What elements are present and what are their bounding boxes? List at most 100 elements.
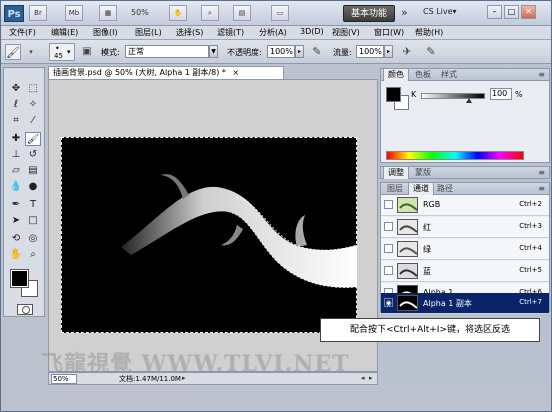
channel-row-green[interactable]: 绿 Ctrl+4 — [381, 239, 549, 260]
airbrush-icon: ✈ — [402, 45, 412, 58]
blur-tool[interactable]: 💧 — [8, 180, 24, 194]
channel-row-blue[interactable]: 蓝 Ctrl+5 — [381, 261, 549, 282]
zoom-tool-button[interactable]: ⌕ — [201, 5, 219, 21]
visibility-toggle[interactable] — [384, 200, 393, 209]
hand-tool-button[interactable]: ✋ — [169, 5, 187, 21]
quick-select-tool[interactable]: ✧ — [25, 98, 41, 112]
panel-menu-icon[interactable]: ≡ — [538, 70, 545, 79]
type-tool[interactable]: T — [25, 198, 41, 212]
history-brush-tool[interactable]: ↺ — [25, 148, 41, 162]
tab-color[interactable]: 颜色 — [383, 69, 409, 81]
crop-tool[interactable]: ⌗ — [8, 114, 24, 128]
tab-channels[interactable]: 通道 — [408, 183, 434, 195]
brush-picker[interactable]: • 45 ▾ — [49, 43, 75, 61]
scroll-right-icon[interactable]: ▸ — [369, 374, 373, 382]
flow-input[interactable]: 100% — [356, 45, 384, 58]
k-value-input[interactable]: 100 — [490, 88, 512, 100]
k-slider[interactable] — [421, 93, 485, 99]
color-ramp[interactable] — [386, 151, 524, 160]
tab-paths[interactable]: 路径 — [433, 183, 457, 195]
bridge-button[interactable]: Br — [29, 5, 47, 21]
workspace-button[interactable]: 基本功能 — [343, 5, 395, 22]
clone-stamp-tool[interactable]: ⊥ — [8, 148, 24, 162]
menu-window[interactable]: 窗口(W) — [374, 27, 404, 38]
brush-tool[interactable]: 🖌 — [25, 132, 41, 146]
tablet-size-button[interactable]: ✎ — [423, 44, 439, 60]
shape-tool[interactable]: □ — [25, 214, 41, 228]
tab-adjustments[interactable]: 调整 — [383, 167, 409, 179]
restore-button[interactable]: □ — [504, 5, 519, 19]
chevron-down-icon: ▼ — [211, 48, 216, 55]
view-extras-button[interactable]: ▦ — [99, 5, 117, 21]
mode-select[interactable]: 正常 — [125, 45, 209, 58]
menu-help[interactable]: 帮助(H) — [415, 27, 443, 38]
foreground-color-swatch[interactable] — [10, 269, 29, 288]
eyedropper-icon: ⁄ — [32, 115, 34, 126]
dodge-tool[interactable]: ● — [25, 180, 41, 194]
close-button[interactable]: ✕ — [521, 5, 536, 19]
lasso-icon: ℓ — [13, 99, 19, 110]
minimize-button[interactable]: – — [487, 5, 502, 19]
opacity-slider-arrow[interactable]: ▸ — [295, 45, 304, 58]
zoom-level[interactable]: 50% — [131, 8, 149, 17]
healing-brush-tool[interactable]: ✚ — [8, 132, 24, 146]
mode-dropdown-arrow[interactable]: ▼ — [209, 45, 218, 58]
menu-view[interactable]: 视图(V) — [332, 27, 360, 38]
document-tab[interactable]: 插画背景.psd @ 50% (大树, Alpha 1 副本/8) * × — [48, 66, 284, 79]
panel-menu-icon[interactable]: ≡ — [538, 184, 545, 193]
dodge-icon: ● — [28, 181, 38, 192]
quick-mask-button[interactable] — [17, 304, 33, 315]
menu-layer[interactable]: 图层(L) — [135, 27, 162, 38]
gradient-tool[interactable]: ▤ — [25, 164, 41, 178]
menu-edit[interactable]: 编辑(E) — [51, 27, 78, 38]
tab-swatches[interactable]: 色板 — [411, 69, 435, 81]
tablet-opacity-button[interactable]: ✎ — [309, 44, 325, 60]
visibility-toggle[interactable] — [384, 244, 393, 253]
branch-thumbnail-icon — [398, 242, 417, 256]
preset-dropdown-arrow[interactable]: ▾ — [23, 44, 39, 60]
panel-menu-icon[interactable]: ≡ — [538, 168, 545, 177]
opacity-input[interactable]: 100% — [267, 45, 295, 58]
k-slider-thumb[interactable] — [466, 98, 472, 103]
hand-tool[interactable]: ✋ — [8, 248, 24, 262]
menu-file[interactable]: 文件(F) — [9, 27, 36, 38]
marquee-tool[interactable]: ⬚ — [25, 82, 41, 96]
channel-row-red[interactable]: 红 Ctrl+3 — [381, 217, 549, 238]
color-panel: 颜色 色板 样式 ≡ K 100 % — [380, 68, 550, 163]
3d-orbit-tool[interactable]: ◎ — [25, 232, 41, 246]
image-canvas[interactable] — [61, 137, 357, 333]
pen-tool[interactable]: ✒ — [8, 198, 24, 212]
brush-panel-toggle[interactable]: ▣ — [79, 44, 95, 60]
zoom-tool[interactable]: ⌕ — [25, 248, 41, 262]
mini-bridge-button[interactable]: Mb — [65, 5, 83, 21]
channel-row-alpha-1-copy[interactable]: ◉ Alpha 1 副本 Ctrl+7 — [381, 293, 549, 314]
eyedropper-tool[interactable]: ⁄ — [25, 114, 41, 128]
flow-slider-arrow[interactable]: ▸ — [384, 45, 393, 58]
tab-masks[interactable]: 蒙版 — [411, 167, 435, 179]
tool-preset-picker[interactable]: 🖌 — [5, 44, 21, 60]
screen-mode-button[interactable]: ▭ — [271, 5, 289, 21]
visibility-toggle[interactable] — [384, 266, 393, 275]
eraser-tool[interactable]: ▱ — [8, 164, 24, 178]
tab-layers[interactable]: 图层 — [383, 183, 407, 195]
menu-analysis[interactable]: 分析(A) — [259, 27, 287, 38]
airbrush-button[interactable]: ✈ — [399, 44, 415, 60]
menu-image[interactable]: 图像(I) — [93, 27, 118, 38]
tab-styles[interactable]: 样式 — [437, 69, 461, 81]
expand-workspaces-button[interactable]: » — [401, 6, 408, 19]
menu-3d[interactable]: 3D(D) — [300, 27, 324, 36]
scroll-left-icon[interactable]: ◂ — [361, 374, 365, 382]
close-document-icon[interactable]: × — [232, 68, 239, 77]
visibility-toggle[interactable] — [384, 222, 393, 231]
arrange-documents-button[interactable]: ▤ — [233, 5, 251, 21]
channel-row-rgb[interactable]: RGB Ctrl+2 — [381, 195, 549, 216]
menu-select[interactable]: 选择(S) — [176, 27, 203, 38]
lasso-tool[interactable]: ℓ — [8, 98, 24, 112]
menu-filter[interactable]: 滤镜(T) — [217, 27, 244, 38]
path-selection-tool[interactable]: ➤ — [8, 214, 24, 228]
3d-rotate-tool[interactable]: ⟲ — [8, 232, 24, 246]
move-tool[interactable]: ✥ — [8, 82, 24, 96]
cs-live-button[interactable]: CS Live▾ — [423, 7, 457, 16]
eye-icon[interactable]: ◉ — [384, 298, 393, 307]
foreground-color-chip[interactable] — [386, 87, 401, 102]
